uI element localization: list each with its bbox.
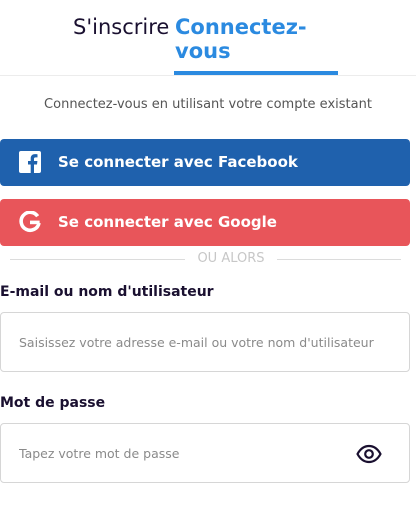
divider-line-left <box>10 259 185 260</box>
divider-text: OU ALORS <box>197 251 265 266</box>
google-icon <box>19 210 41 233</box>
google-login-label: Se connecter avec Google <box>58 213 277 231</box>
email-field[interactable] <box>19 313 375 371</box>
login-subtitle: Connectez-vous en utilisant votre compte… <box>44 97 372 112</box>
password-field-container <box>0 423 410 483</box>
facebook-login-label: Se connecter avec Facebook <box>58 153 298 171</box>
tab-signup[interactable]: S'inscrire <box>73 15 169 39</box>
active-tab-indicator <box>174 71 338 75</box>
email-label: E-mail ou nom d'utilisateur <box>0 284 214 300</box>
password-field[interactable] <box>19 424 339 482</box>
facebook-login-button[interactable]: Se connecter avec Facebook <box>0 139 410 186</box>
google-login-button[interactable]: Se connecter avec Google <box>0 199 410 246</box>
divider-line-right <box>277 259 401 260</box>
auth-tabs: S'inscrire Connectez-vous <box>0 0 416 76</box>
password-label: Mot de passe <box>0 395 106 411</box>
facebook-icon <box>19 151 41 173</box>
email-field-container <box>0 312 410 372</box>
eye-icon[interactable] <box>356 442 382 466</box>
tab-login[interactable]: Connectez-vous <box>175 15 315 63</box>
or-divider: OU ALORS <box>0 250 416 268</box>
